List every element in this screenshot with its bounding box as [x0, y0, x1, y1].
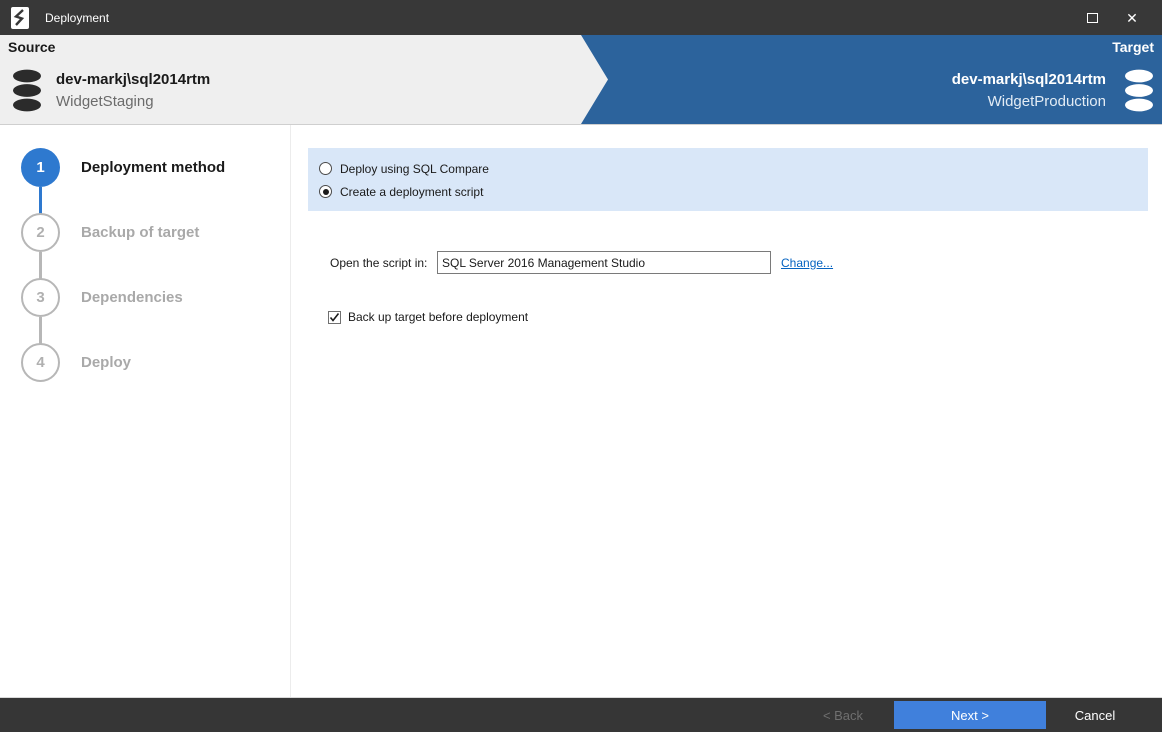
checkbox-label: Back up target before deployment [348, 310, 529, 324]
radio-label: Create a deployment script [340, 184, 484, 199]
footer-bar: < Back Next > Cancel [0, 697, 1162, 732]
radio-deploy-using-sql-compare[interactable]: Deploy using SQL Compare [319, 157, 1148, 180]
maximize-button[interactable] [1072, 0, 1112, 35]
step-connector [39, 187, 42, 214]
step-3-number: 3 [36, 289, 45, 306]
wizard-body: 1 Deployment method 2 Backup of target 3… [0, 125, 1162, 697]
deployment-window: Deployment ✕ Source dev-markj\sql2014rtm… [0, 0, 1162, 732]
step-3-label: Dependencies [81, 289, 183, 306]
source-target-header: Source dev-markj\sql2014rtm WidgetStagin… [0, 35, 1162, 125]
database-icon [13, 69, 41, 112]
step-1-label: Deployment method [81, 159, 226, 176]
source-database-name: WidgetStaging [56, 93, 154, 110]
step-connector [39, 252, 42, 279]
radio-create-deployment-script[interactable]: Create a deployment script [319, 180, 1148, 203]
radio-label: Deploy using SQL Compare [340, 161, 489, 176]
step-connector [39, 317, 42, 344]
target-server-name: dev-markj\sql2014rtm [951, 71, 1106, 88]
close-button[interactable]: ✕ [1112, 0, 1152, 35]
close-icon: ✕ [1126, 9, 1138, 26]
maximize-icon [1086, 12, 1098, 23]
next-button[interactable]: Next > [894, 701, 1046, 729]
radio-dot [322, 188, 329, 195]
source-panel: Source dev-markj\sql2014rtm WidgetStagin… [0, 35, 560, 124]
step-1-circle: 1 [21, 148, 60, 187]
checkmark-icon [329, 312, 340, 322]
open-script-label: Open the script in: [330, 256, 428, 270]
step-2-label: Backup of target [81, 224, 200, 241]
step-1-number: 1 [36, 159, 45, 176]
source-label: Source [8, 39, 56, 55]
cancel-button[interactable]: Cancel [1058, 698, 1132, 732]
change-link[interactable]: Change... [781, 251, 833, 275]
title-bar: Deployment ✕ [0, 0, 1162, 35]
database-icon [1125, 69, 1153, 112]
source-server-name: dev-markj\sql2014rtm [56, 71, 211, 88]
open-script-input[interactable] [437, 251, 771, 274]
target-panel: Target dev-markj\sql2014rtm WidgetProduc… [602, 35, 1162, 124]
checkbox-checked-icon [328, 310, 341, 324]
radio-selected-icon [319, 185, 332, 198]
steps-sidebar: 1 Deployment method 2 Backup of target 3… [0, 125, 291, 697]
step-2-number: 2 [36, 224, 45, 241]
backup-target-checkbox[interactable]: Back up target before deployment [328, 310, 528, 324]
step-4-number: 4 [36, 354, 45, 371]
step-2-circle: 2 [21, 213, 60, 252]
target-database-name: WidgetProduction [987, 93, 1106, 110]
step-content: Deploy using SQL Compare Create a deploy… [291, 125, 1162, 697]
deployment-method-panel: Deploy using SQL Compare Create a deploy… [308, 148, 1148, 211]
back-button[interactable]: < Back [800, 698, 886, 732]
target-label: Target [1112, 39, 1154, 55]
radio-unselected-icon [319, 162, 332, 175]
step-3-circle: 3 [21, 278, 60, 317]
sql-compare-logo-icon [11, 6, 29, 29]
window-title: Deployment [45, 10, 110, 25]
step-4-circle: 4 [21, 343, 60, 382]
step-4-label: Deploy [81, 354, 132, 371]
